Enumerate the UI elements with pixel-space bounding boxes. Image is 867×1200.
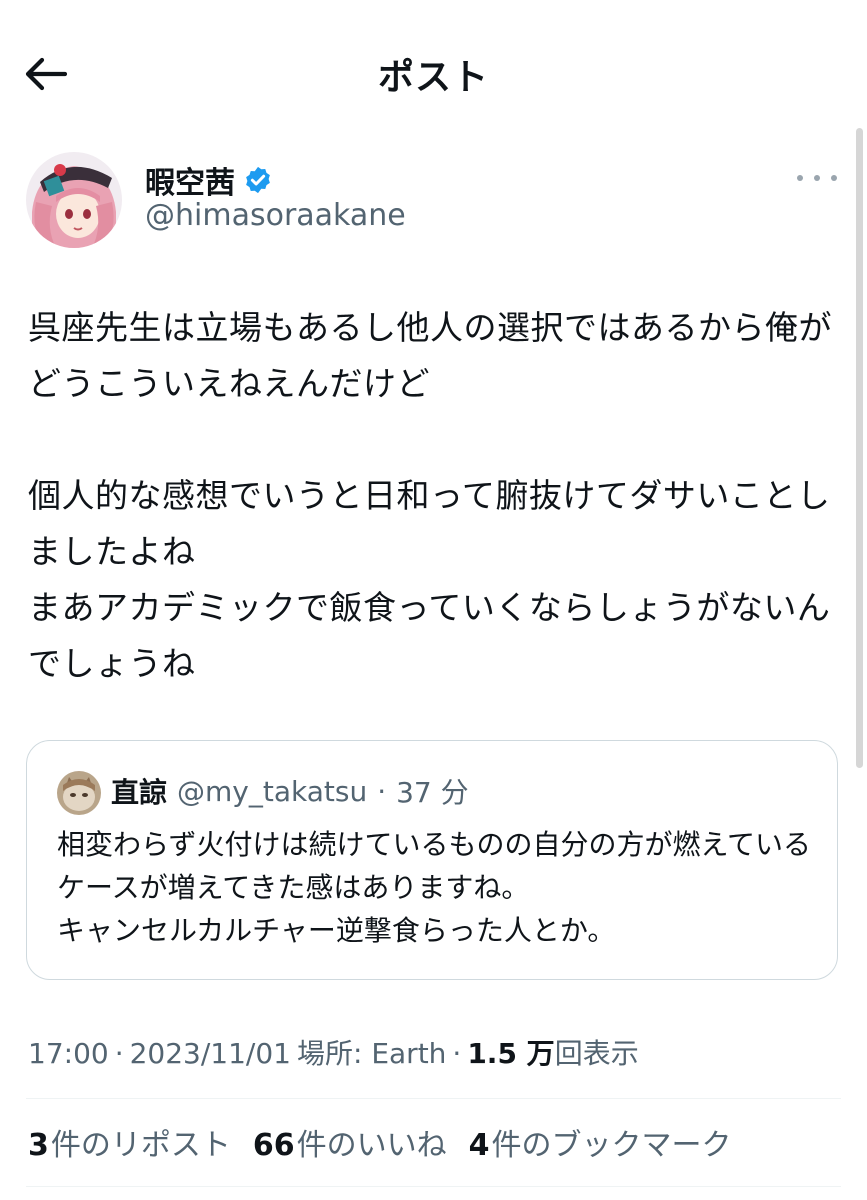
tweet-text: 呉座先生は立場もあるし他人の選択ではあるから俺がどうこういえねえんだけど 個人的…	[28, 308, 832, 683]
bookmarks-count: 4	[468, 1128, 490, 1163]
views-count: 1.5 万	[467, 1037, 555, 1070]
author-handle[interactable]: @himasoraakane	[145, 198, 406, 233]
quote-avatar-image	[57, 771, 101, 815]
quote-separator: ·	[377, 774, 387, 808]
quoted-post[interactable]: 直諒 @my_takatsu · 37 分 相変わらず火付けは続けているものの自…	[26, 740, 838, 980]
avatar-image	[26, 152, 122, 248]
more-icon-dot	[814, 175, 820, 181]
more-icon-dot	[831, 175, 837, 181]
engagement-stats: 3件のリポスト 66件のいいね 4件のブックマーク	[28, 1120, 732, 1164]
likes-count: 66	[252, 1128, 295, 1163]
views-label: 回表示	[554, 1037, 639, 1070]
page-title: ポスト	[377, 57, 489, 98]
quote-display-name: 直諒	[111, 776, 168, 809]
author-name-row[interactable]: 暇空茜	[145, 158, 273, 202]
author-avatar[interactable]	[26, 152, 122, 248]
verified-badge-icon	[246, 166, 270, 194]
quote-avatar[interactable]	[57, 771, 101, 815]
likes-label: 件のいいね	[296, 1128, 447, 1163]
reposts-count: 3	[28, 1128, 49, 1163]
quote-header: 直諒 @my_takatsu · 37 分	[111, 771, 469, 811]
bookmarks-label: 件のブックマーク	[491, 1128, 732, 1163]
author-display-name[interactable]: 暇空茜	[145, 158, 235, 202]
post-location: 場所: Earth	[297, 1037, 447, 1070]
divider	[26, 1098, 841, 1099]
post-date[interactable]: 2023/11/01	[130, 1037, 291, 1070]
divider	[26, 1186, 841, 1187]
post-meta: 17:00 · 2023/11/01 場所: Earth · 1.5 万回表示	[28, 1032, 639, 1072]
post-detail-page: ポスト 暇空茜 @himasoraakane 呉座先生は立場もあるし他人の選択で…	[0, 0, 867, 1200]
quote-handle: @my_takatsu	[177, 774, 368, 808]
more-button[interactable]	[797, 166, 837, 190]
bookmarks-stat[interactable]: 4件のブックマーク	[469, 1120, 732, 1164]
scrollbar[interactable]	[856, 128, 863, 768]
quote-text: 相変わらず火付けは続けているものの自分の方が燃えているケースが増えてきた感はあり…	[57, 828, 812, 947]
header: ポスト	[0, 0, 867, 140]
meta-separator: ·	[114, 1037, 124, 1070]
meta-separator: ·	[452, 1037, 462, 1070]
reposts-stat[interactable]: 3件のリポスト	[28, 1120, 231, 1164]
reposts-label: 件のリポスト	[50, 1128, 231, 1163]
post-time[interactable]: 17:00	[28, 1037, 109, 1070]
likes-stat[interactable]: 66件のいいね	[253, 1120, 447, 1164]
more-icon	[797, 175, 803, 181]
quote-time: 37 分	[396, 776, 469, 809]
